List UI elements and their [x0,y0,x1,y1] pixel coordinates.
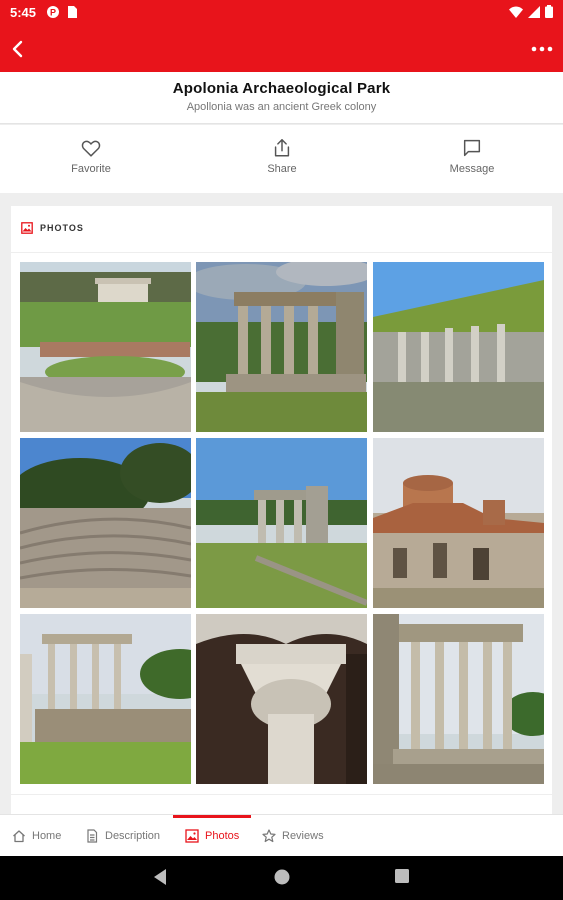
status-time: 5:45 [10,5,37,20]
photo-monastery-church[interactable] [373,438,544,608]
status-bar: 5:45 P [0,0,563,26]
more-options-icon[interactable] [529,36,555,62]
photo-stoa-wall[interactable] [373,262,544,432]
favorite-label: Favorite [71,163,111,175]
share-icon [274,139,290,157]
divider [11,794,552,795]
photo-theatre-ruins[interactable] [20,262,191,432]
photo-carved-capital[interactable] [196,614,367,784]
image-icon [21,222,33,234]
home-icon [13,830,25,843]
tab-home[interactable]: Home [12,815,61,857]
divider [11,252,552,253]
photos-heading: PHOTOS [21,222,84,234]
photos-card: PHOTOS [11,206,552,816]
signal-icon [528,5,540,18]
photo-columns-ruins[interactable] [20,614,191,784]
message-label: Message [449,163,495,175]
heart-icon [81,140,101,157]
photo-ruins-field[interactable] [196,438,367,608]
message-icon [463,139,481,157]
photos-heading-label: PHOTOS [40,223,84,233]
image-icon [185,829,199,843]
back-arrow-icon[interactable] [6,36,32,62]
active-tab-indicator [173,815,252,818]
bottom-tab-bar: Home Description Photos Reviews [0,814,563,856]
tab-reviews-label: Reviews [282,830,324,842]
document-icon [87,829,98,843]
share-button[interactable]: Share [232,137,332,175]
photo-temple-columns[interactable] [373,614,544,784]
place-subtitle: Apollonia was an ancient Greek colony [186,101,377,113]
app-bar [0,26,563,72]
tab-photos[interactable]: Photos [173,815,252,857]
tab-description[interactable]: Description [85,815,160,857]
tab-home-label: Home [32,830,62,842]
photo-monument-agonothetes[interactable] [196,262,367,432]
tab-description-label: Description [105,830,161,842]
svg-text:P: P [50,8,56,18]
share-label: Share [267,163,297,175]
battery-icon [545,5,553,18]
action-bar: Favorite Share Message [0,125,563,193]
system-nav-bar [0,856,563,900]
wifi-icon [509,6,523,18]
message-button[interactable]: Message [422,137,522,175]
photo-grid [20,262,544,786]
tab-reviews[interactable]: Reviews [262,815,324,857]
nav-home-icon[interactable] [273,868,291,886]
place-header: Apolonia Archaeological Park Apollonia w… [0,72,563,124]
nav-back-icon[interactable] [152,868,168,886]
sim-icon [68,6,77,18]
notification-icon: P [47,6,59,18]
photo-odeon-seats[interactable] [20,438,191,608]
star-icon [262,829,276,843]
tab-photos-label: Photos [205,830,240,842]
place-title: Apolonia Archaeological Park [172,80,391,97]
favorite-button[interactable]: Favorite [41,137,141,175]
nav-recents-icon[interactable] [394,868,410,884]
